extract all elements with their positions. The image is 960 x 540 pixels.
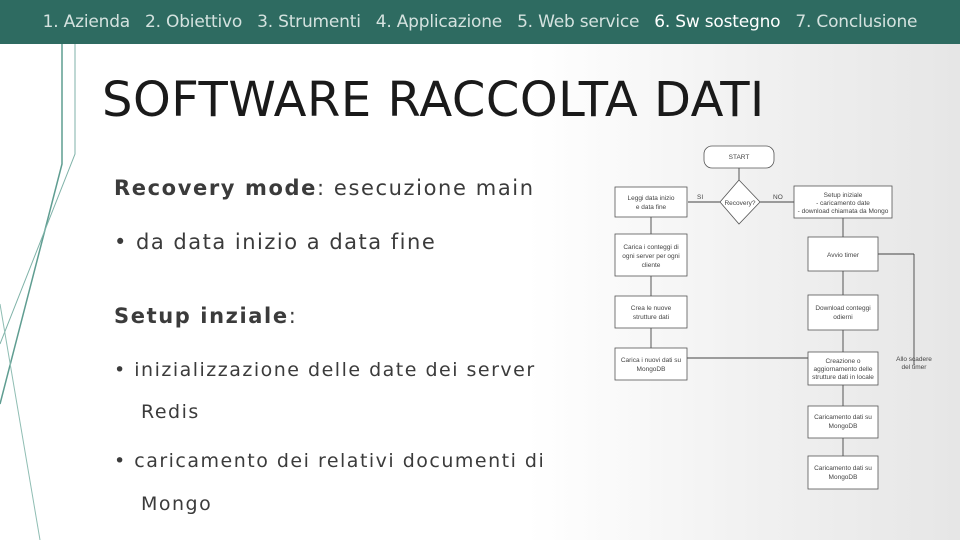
slide-title: SOFTWARE RACCOLTA DATI	[102, 72, 765, 128]
flow-right-5-line-2: MongoDB	[829, 423, 858, 430]
flow-right-4-line-1: Creazione o	[825, 358, 860, 365]
flow-left-2-line-3: cliente	[642, 262, 661, 269]
flow-right-5-line-1: Caricamento dati su	[814, 414, 872, 421]
recovery-bullet: • da data inizio a data fine	[114, 230, 437, 254]
flow-right-3-line-2: odierni	[833, 314, 853, 321]
nav-item-azienda[interactable]: 1. Azienda	[43, 12, 131, 32]
flow-left-2-line-2: ogni server per ogni	[622, 253, 679, 260]
flow-no-label: NO	[773, 194, 783, 201]
setup-bullet-1-line-2: Redis	[141, 401, 200, 423]
flow-timer-note-line-1: Allo scadere	[896, 356, 932, 363]
top-navigation-bar: 1. Azienda 2. Obiettivo 3. Strumenti 4. …	[0, 0, 960, 44]
flow-right-6-line-2: MongoDB	[829, 474, 858, 481]
flow-right-4-line-2: aggiornamento delle	[814, 366, 873, 373]
flow-left-box-1	[614, 186, 688, 218]
flow-right-2-line-1: Avvio timer	[827, 252, 860, 259]
nav-item-obiettivo[interactable]: 2. Obiettivo	[145, 12, 242, 32]
flow-right-4-line-3: strutture dati in locale	[812, 374, 874, 381]
flow-left-4-line-2: MongoDB	[637, 366, 666, 373]
flow-left-3-line-2: strutture dati	[633, 314, 669, 321]
recovery-label: Recovery mode	[114, 176, 317, 200]
setup-label: Setup inziale	[114, 304, 289, 328]
recovery-heading: Recovery mode: esecuzione main	[114, 176, 535, 200]
flow-left-box-4	[614, 347, 688, 381]
flow-left-2-line-1: Carica i conteggi di	[623, 244, 678, 251]
flow-left-3-line-1: Crea le nuove	[631, 305, 672, 312]
flow-right-6-line-1: Caricamento dati su	[814, 465, 872, 472]
flowchart-diagram: START Recovery? SI NO Leggi data inizio …	[614, 145, 932, 490]
nav-item-web-service[interactable]: 5. Web service	[517, 12, 639, 32]
setup-heading: Setup inziale:	[114, 304, 297, 328]
setup-bullet-2-line-1: • caricamento dei relativi documenti di	[114, 450, 546, 472]
flow-left-box-3	[614, 295, 688, 329]
setup-colon: :	[288, 304, 298, 328]
flow-right-1-line-2: - caricamento date	[816, 200, 870, 207]
nav-item-strumenti[interactable]: 3. Strumenti	[257, 12, 361, 32]
flow-right-box-5	[807, 405, 879, 439]
flow-right-box-6	[807, 455, 879, 490]
flow-right-box-3	[807, 294, 879, 331]
setup-bullet-2-line-2: Mongo	[141, 493, 213, 515]
setup-bullet-1-line-1: • inizializzazione delle date dei server	[114, 359, 536, 381]
flow-left-1-line-2: e data fine	[636, 204, 667, 211]
flow-right-1-line-1: Setup iniziale	[824, 192, 863, 199]
nav-item-conclusione[interactable]: 7. Conclusione	[795, 12, 917, 32]
flow-decision-label: Recovery?	[724, 200, 755, 207]
flow-left-4-line-1: Carica i nuovi dati su	[621, 357, 682, 364]
flow-left-1-line-1: Leggi data inizio	[628, 195, 675, 202]
flow-right-3-line-1: Download conteggi	[815, 305, 870, 312]
flow-right-1-line-3: - download chiamata da Mongo	[798, 208, 889, 215]
nav-item-sw-sostegno[interactable]: 6. Sw sostegno	[654, 12, 780, 32]
recovery-text: : esecuzione main	[316, 176, 535, 200]
flow-start-label: START	[729, 154, 750, 161]
decorative-lines	[0, 44, 76, 540]
flow-timer-note-line-2: del timer	[902, 364, 928, 371]
flow-yes-label: SI	[697, 194, 703, 201]
nav-item-applicazione[interactable]: 4. Applicazione	[376, 12, 503, 32]
